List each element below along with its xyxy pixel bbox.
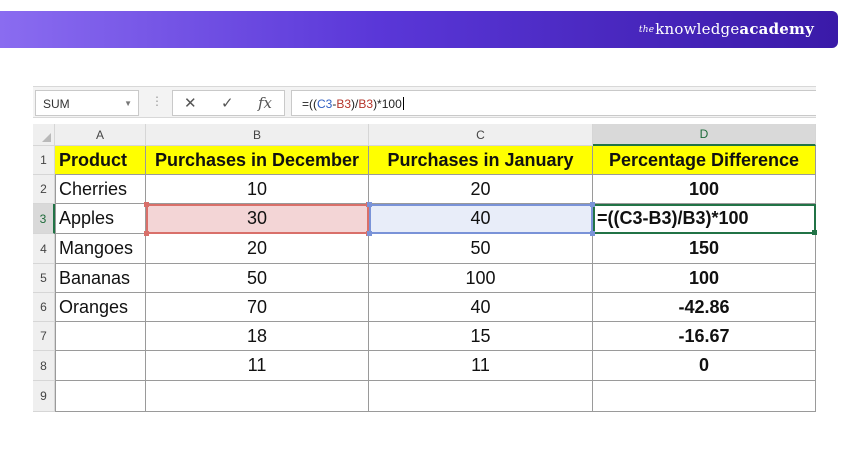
formula-input[interactable]: =((C3-B3)/B3)*100 [291,90,816,116]
fx-icon[interactable]: fx [258,94,272,112]
select-all-corner[interactable] [33,124,55,146]
cell-b3[interactable]: 30 [146,204,369,234]
close-icon[interactable]: ✕ [184,94,197,112]
check-icon[interactable]: ✓ [221,94,234,112]
cell-b8[interactable]: 11 [146,351,369,381]
cell-d8[interactable]: 0 [593,351,816,381]
cell-d5[interactable]: 100 [593,264,816,293]
cell-d7[interactable]: -16.67 [593,322,816,351]
formula-part: =(( [302,97,317,111]
row-header-4[interactable]: 4 [33,234,55,264]
cell-b9[interactable] [146,381,369,412]
range-handle-c3[interactable] [367,231,372,236]
row-header-7[interactable]: 7 [33,322,55,351]
formula-bar: SUM ▼ ⋮ ✕ ✓ fx =((C3-B3)/B3)*100 [33,86,816,118]
cell-a3[interactable]: Apples [55,204,146,234]
brand-accent: academy [739,20,814,38]
range-handle-c3[interactable] [590,202,595,207]
dropdown-arrow-icon[interactable]: ▼ [124,99,132,108]
fill-handle[interactable] [812,230,817,235]
row-header-2[interactable]: 2 [33,175,55,204]
column-header-a[interactable]: A [55,124,146,146]
formula-part: )*100 [373,97,402,111]
cell-a4[interactable]: Mangoes [55,234,146,264]
name-box[interactable]: SUM ▼ [35,90,139,116]
cell-c8[interactable]: 11 [369,351,593,381]
cell-b5[interactable]: 50 [146,264,369,293]
row-header-1[interactable]: 1 [33,146,55,175]
cell-b2[interactable]: 10 [146,175,369,204]
column-header-d[interactable]: D [593,124,816,146]
row-header-9[interactable]: 9 [33,381,55,412]
formula-ref-c3: C3 [317,97,333,111]
cell-d4[interactable]: 150 [593,234,816,264]
range-handle-b3[interactable] [144,202,149,207]
cell-a5[interactable]: Bananas [55,264,146,293]
row-header-5[interactable]: 5 [33,264,55,293]
cell-c4[interactable]: 50 [369,234,593,264]
cell-d2[interactable]: 100 [593,175,816,204]
cell-b4[interactable]: 20 [146,234,369,264]
cell-b1[interactable]: Purchases in December [146,146,369,175]
cell-c2[interactable]: 20 [369,175,593,204]
range-handle-b3[interactable] [144,231,149,236]
formula-tools: ✕ ✓ fx [172,90,285,116]
cell-d1[interactable]: Percentage Difference [593,146,816,175]
select-all-icon [42,133,51,142]
formula-bar-grip-icon: ⋮ [151,94,163,108]
column-header-c[interactable]: C [369,124,593,146]
brand-main: knowledge [655,20,740,38]
brand-logo: theknowledgeacademy [639,20,814,38]
cell-b7[interactable]: 18 [146,322,369,351]
cell-a8[interactable] [55,351,146,381]
cell-c3[interactable]: 40 [369,204,593,234]
brand-prefix: the [638,25,655,35]
cell-c1[interactable]: Purchases in January [369,146,593,175]
spreadsheet-grid: A B C D 1 2 3 4 5 6 7 8 9 Product Purchases in Decembe… [33,124,817,412]
row-header-8[interactable]: 8 [33,351,55,381]
formula-ref-b3: B3 [358,97,374,111]
cell-c9[interactable] [369,381,593,412]
cell-d9[interactable] [593,381,816,412]
cell-c6[interactable]: 40 [369,293,593,322]
text-caret [402,97,404,110]
cell-b6[interactable]: 70 [146,293,369,322]
cell-a2[interactable]: Cherries [55,175,146,204]
cell-c7[interactable]: 15 [369,322,593,351]
name-box-value: SUM [43,97,70,111]
brand-banner: theknowledgeacademy [0,11,838,48]
cell-a6[interactable]: Oranges [55,293,146,322]
row-header-6[interactable]: 6 [33,293,55,322]
cell-a7[interactable] [55,322,146,351]
cell-d3[interactable]: =((C3-B3)/B3)*100 [593,204,816,234]
formula-ref-b3: B3 [336,97,352,111]
cell-a1[interactable]: Product [55,146,146,175]
row-header-3[interactable]: 3 [33,204,55,234]
column-header-b[interactable]: B [146,124,369,146]
cell-a9[interactable] [55,381,146,412]
range-handle-c3[interactable] [367,202,372,207]
range-handle-c3[interactable] [590,231,595,236]
cell-d6[interactable]: -42.86 [593,293,816,322]
cell-c5[interactable]: 100 [369,264,593,293]
